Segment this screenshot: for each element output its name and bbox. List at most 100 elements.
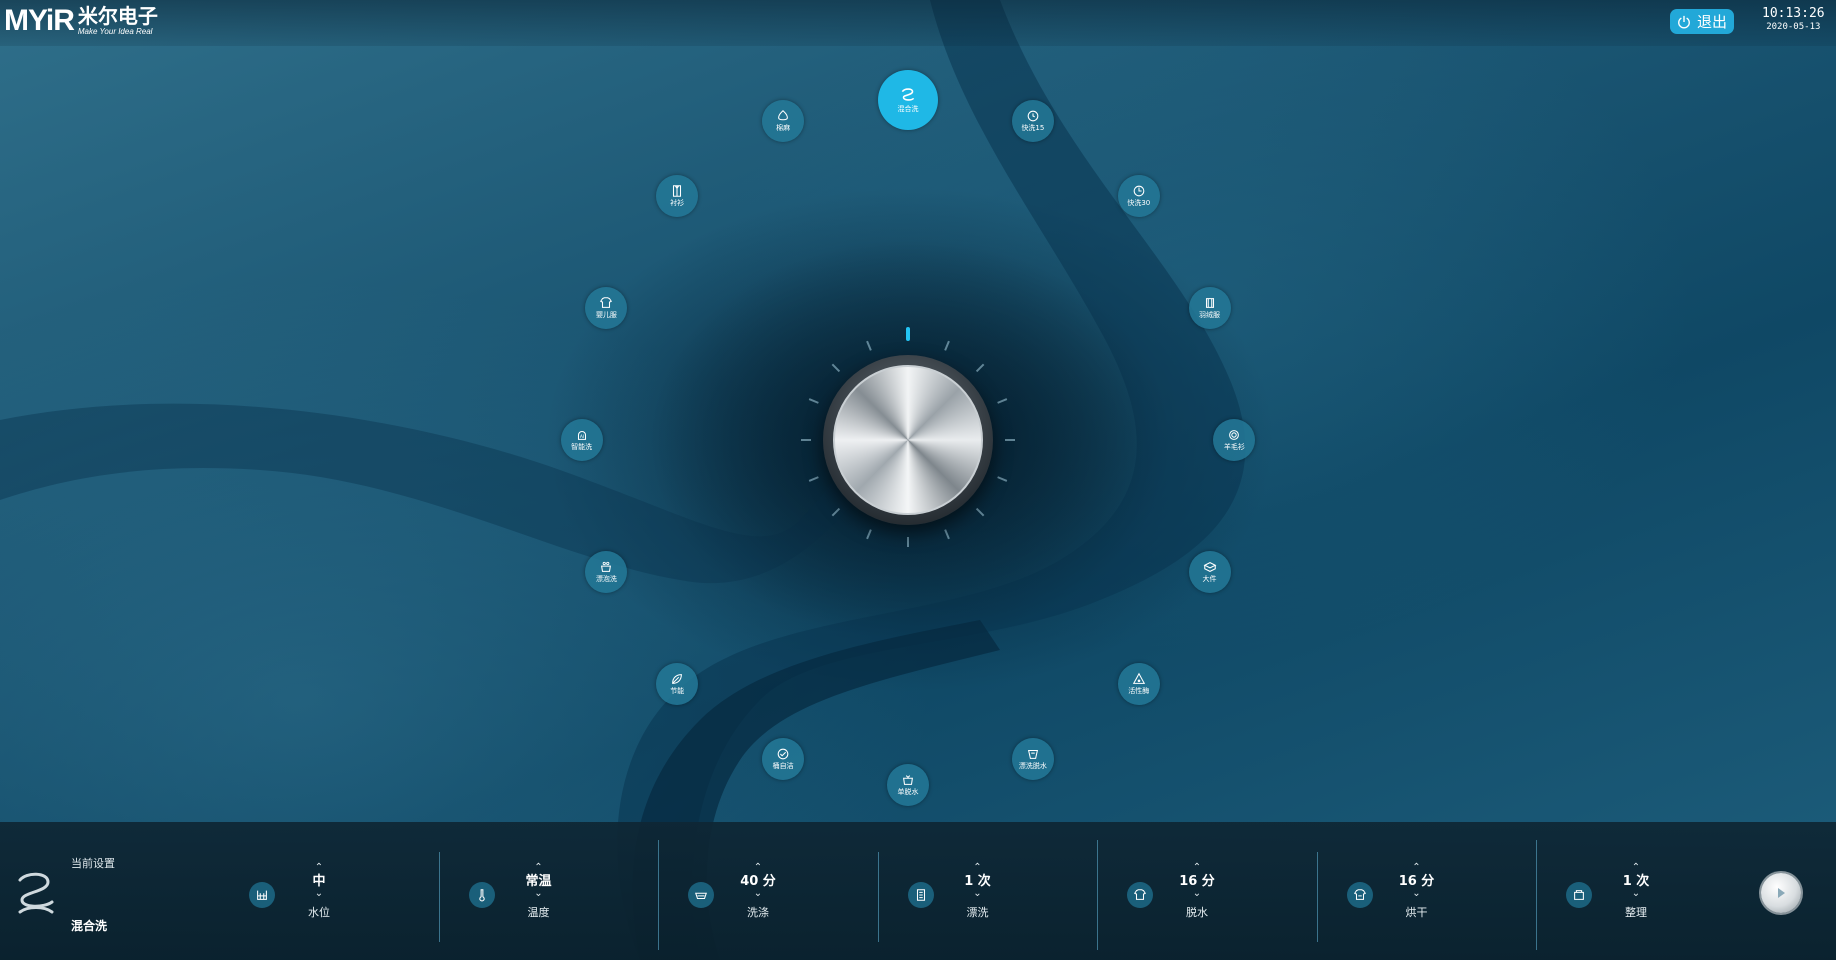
quick-15-icon (1027, 110, 1039, 122)
setting-divider (1536, 840, 1537, 950)
exit-button[interactable]: 退出 (1670, 9, 1734, 34)
setting-icon-wrap (1566, 882, 1592, 908)
program-button[interactable]: 大件 (1188, 551, 1231, 594)
decrease-arrow-icon[interactable]: ⌄ (1167, 889, 1227, 899)
setting-icon-wrap (468, 882, 495, 908)
setting-label: 温度 (527, 906, 550, 919)
program-button[interactable]: 羽绒服 (1188, 286, 1231, 329)
program-button[interactable]: 混合洗 (878, 70, 938, 130)
setting-stepper: ⌃ 常温 ⌄ 温度 (509, 863, 569, 920)
program-label: 棉麻 (776, 124, 791, 133)
program-label: 婴儿服 (595, 310, 617, 319)
increase-arrow-icon[interactable]: ⌃ (509, 863, 569, 873)
setting-control: ⌃ 1 次 ⌄ 漂洗 (907, 863, 1108, 934)
setting-icon-wrap (688, 882, 714, 908)
cotton-linen-icon (778, 110, 788, 121)
program-button[interactable]: 单脱水 (887, 764, 929, 806)
setting-icon-wrap (249, 882, 275, 908)
top-bar: MYiR 米尔电子 Make Your Idea Real 退出 10:13:2… (0, 0, 1836, 46)
setting-stepper: ⌃ 中 ⌄ 水位 (289, 863, 349, 920)
spin-only-icon (903, 775, 913, 785)
decrease-arrow-icon[interactable]: ⌄ (509, 889, 569, 899)
current-settings-caption: 当前设置 (71, 857, 115, 870)
logo-slogan: Make Your Idea Real (77, 27, 153, 36)
logo-chinese: 米尔电子 (77, 4, 158, 28)
decrease-arrow-icon[interactable]: ⌄ (1606, 889, 1666, 899)
setting-stepper: ⌃ 16 分 ⌄ 脱水 (1167, 863, 1227, 920)
increase-arrow-icon[interactable]: ⌃ (1167, 863, 1227, 873)
setting-divider (877, 852, 879, 942)
setting-label: 洗涤 (747, 906, 769, 919)
program-button[interactable]: 快洗15 (1011, 100, 1054, 143)
dial-knob[interactable] (833, 365, 983, 515)
wash-tub-icon (695, 892, 707, 900)
setting-divider (1316, 852, 1318, 942)
program-button[interactable]: 漂洗脱水 (1011, 737, 1054, 780)
increase-arrow-icon[interactable]: ⌃ (948, 863, 1008, 873)
svg-text:AI: AI (579, 434, 583, 440)
setting-control: ⌃ 中 ⌄ 水位 (249, 863, 449, 934)
logo-text: MYiR (4, 4, 75, 37)
rinse-icon (916, 889, 925, 901)
setting-control: ⌃ 16 分 ⌄ 脱水 (1127, 863, 1327, 934)
program-button[interactable]: 衬衫 (656, 175, 699, 218)
logo-mark: MYiR (4, 4, 75, 37)
decrease-arrow-icon[interactable]: ⌄ (728, 889, 788, 899)
dial-tick (801, 439, 811, 441)
program-label: 单脱水 (897, 788, 919, 796)
setting-icon-wrap (1346, 882, 1373, 908)
clock-date: 2020-05-13 (1766, 22, 1821, 32)
setting-stepper: ⌃ 16 分 ⌄ 烘干 (1387, 863, 1447, 920)
program-label: 快洗15 (1021, 124, 1045, 133)
exit-label: 退出 (1696, 13, 1727, 31)
play-icon (1778, 888, 1785, 898)
tidy-icon (1574, 890, 1584, 900)
dry-icon (1353, 889, 1366, 900)
increase-arrow-icon[interactable]: ⌃ (1387, 863, 1447, 873)
wool-icon (1229, 430, 1240, 440)
program-label: 桶自洁 (772, 761, 794, 770)
dial-tick (1005, 439, 1015, 441)
setting-label: 整理 (1625, 906, 1647, 919)
start-button[interactable] (1761, 873, 1801, 913)
setting-divider (1097, 840, 1098, 950)
increase-arrow-icon[interactable]: ⌃ (728, 863, 788, 873)
program-button[interactable]: 桶自洁 (762, 737, 805, 780)
baby-clothes-icon (600, 297, 613, 308)
setting-label: 水位 (308, 906, 330, 919)
program-button[interactable]: 节能 (656, 662, 699, 705)
program-label: 节能 (670, 686, 685, 695)
dial-tick (906, 327, 910, 341)
shirt-icon (673, 185, 682, 197)
thermometer-icon (478, 889, 485, 902)
setting-divider (438, 852, 440, 942)
program-label: 漂泡洗 (595, 575, 617, 584)
program-button[interactable]: 快洗30 (1117, 175, 1160, 218)
large-items-icon (1203, 562, 1216, 572)
increase-arrow-icon[interactable]: ⌃ (1606, 863, 1666, 873)
program-label: 衬衫 (670, 199, 685, 208)
increase-arrow-icon[interactable]: ⌃ (289, 863, 349, 873)
current-program-icon (18, 872, 54, 914)
decrease-arrow-icon[interactable]: ⌄ (289, 889, 349, 899)
brand-logo: MYiR 米尔电子 Make Your Idea Real (4, 4, 158, 37)
setting-control: ⌃ 16 分 ⌄ 烘干 (1346, 863, 1547, 934)
current-program-name: 混合洗 (71, 919, 108, 933)
setting-control: ⌃ 1 次 ⌄ 整理 (1566, 863, 1766, 934)
setting-icon-wrap (1127, 882, 1153, 908)
program-button[interactable]: 活性酶 (1117, 662, 1160, 705)
setting-control: ⌃ 常温 ⌄ 温度 (468, 863, 669, 934)
setting-icon-wrap (907, 882, 934, 908)
program-label: 快洗30 (1127, 199, 1151, 208)
decrease-arrow-icon[interactable]: ⌄ (1387, 889, 1447, 899)
eco-leaf-icon (672, 674, 683, 684)
program-label: 混合洗 (897, 105, 919, 113)
setting-label: 烘干 (1405, 906, 1428, 919)
decrease-arrow-icon[interactable]: ⌄ (948, 889, 1008, 899)
program-label: 大件 (1202, 575, 1217, 584)
quick-30-icon (1133, 185, 1145, 197)
program-button[interactable]: AI 智能洗 (560, 419, 603, 461)
smart-wash-icon: AI (577, 430, 586, 440)
clock-time: 10:13:26 (1762, 6, 1825, 21)
clock: 10:13:26 2020-05-13 (1762, 6, 1825, 33)
